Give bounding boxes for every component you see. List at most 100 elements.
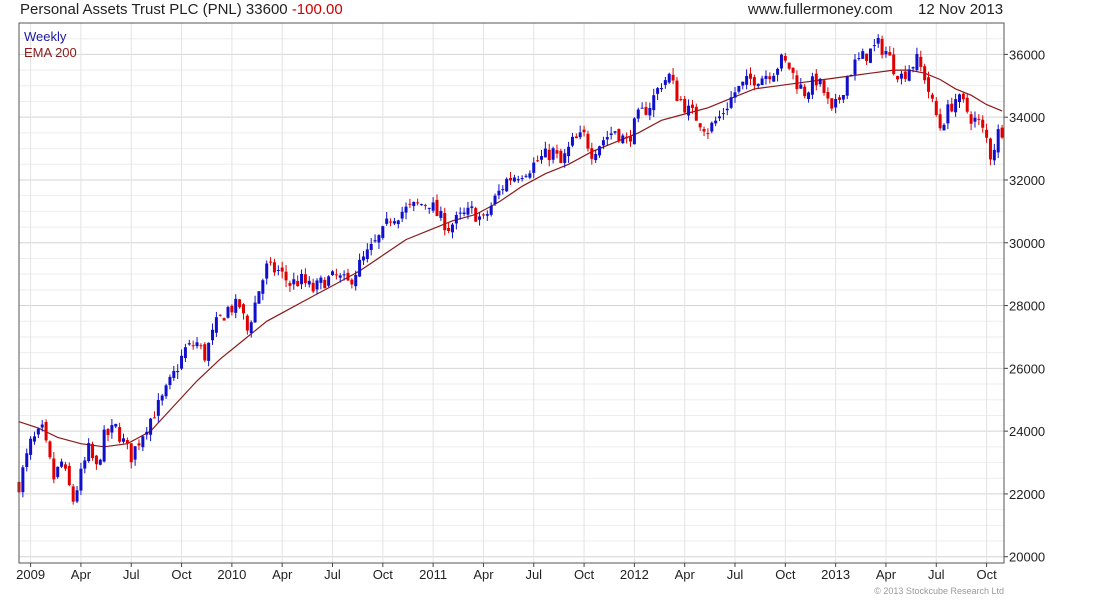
x-tick-label: 2009	[16, 567, 45, 582]
grid-lines	[19, 22, 1004, 563]
candle-body	[950, 103, 954, 112]
candle-body	[985, 129, 989, 138]
candle-body	[605, 137, 609, 140]
y-tick-label: 24000	[1009, 424, 1045, 439]
candle-body	[102, 429, 106, 462]
candle-body	[768, 76, 772, 80]
candle-body	[342, 274, 346, 276]
candle-body	[423, 205, 427, 207]
candle-body	[625, 136, 629, 139]
candle-body	[180, 355, 184, 369]
candle-body	[381, 226, 385, 238]
candle-body	[412, 201, 416, 207]
candle-body	[652, 95, 656, 111]
candle-body	[67, 466, 71, 486]
candle-body	[346, 272, 350, 281]
candle-body	[783, 55, 787, 61]
candle-body	[613, 131, 617, 133]
candle-body	[632, 118, 636, 145]
candle-body	[396, 220, 400, 225]
candle-body	[594, 154, 598, 161]
candle-body	[528, 173, 532, 178]
candle-body	[87, 443, 91, 462]
candle-body	[32, 436, 36, 442]
candle-body	[377, 235, 381, 243]
candle-body	[272, 262, 276, 273]
chart-legend: Weekly EMA 200	[24, 29, 77, 61]
candle-body	[133, 446, 137, 460]
candle-body	[156, 400, 160, 416]
candle-body	[667, 73, 671, 83]
candle-body	[207, 342, 211, 361]
candle-body	[683, 98, 687, 113]
y-axis: 20000 22000 24000 26000 28000 30000 32000 34000…	[1004, 47, 1045, 565]
candle-body	[756, 83, 760, 86]
candle-body	[48, 441, 52, 458]
candle-body	[203, 344, 207, 361]
candle-body	[439, 210, 443, 218]
candle-body	[845, 76, 849, 96]
candle-body	[110, 425, 114, 433]
candle-body	[601, 140, 605, 146]
candle-body	[946, 104, 950, 124]
candle-body	[714, 120, 718, 124]
candle-body	[559, 150, 563, 163]
candle-body	[795, 75, 799, 90]
candle-body	[884, 51, 888, 55]
candle-body	[292, 279, 296, 285]
candle-body	[872, 45, 876, 47]
x-tick-label: Jul	[123, 567, 140, 582]
candle-body	[853, 59, 857, 75]
candle-body	[218, 314, 222, 316]
candle-body	[772, 75, 776, 82]
candle-body	[145, 431, 149, 435]
candle-body	[79, 468, 83, 491]
candle-body	[172, 370, 176, 378]
candle-body	[644, 107, 648, 115]
candle-body	[315, 280, 319, 290]
candle-body	[834, 98, 838, 108]
candle-body	[106, 429, 110, 435]
candle-body	[60, 461, 64, 467]
candle-body	[582, 129, 586, 133]
x-tick-label: Apr	[71, 567, 92, 582]
candle-body	[195, 342, 199, 347]
candle-body	[555, 150, 559, 154]
candle-body	[764, 75, 768, 79]
candle-body	[296, 280, 300, 287]
y-tick-label: 20000	[1009, 550, 1045, 565]
candle-body	[992, 149, 996, 161]
candle-body	[857, 58, 861, 60]
candle-body	[899, 73, 903, 79]
candle-body	[183, 347, 187, 359]
candle-body	[807, 92, 811, 100]
candle-body	[21, 467, 25, 493]
candle-body	[230, 305, 234, 313]
y-tick-label: 28000	[1009, 299, 1045, 314]
x-tick-label: Jul	[525, 567, 542, 582]
candle-body	[40, 424, 44, 428]
candle-body	[354, 274, 358, 287]
price-chart: 20000 22000 24000 26000 28000 30000 32000 34000…	[16, 22, 1045, 582]
candle-body	[361, 256, 365, 261]
candle-body	[447, 227, 451, 232]
candle-body	[269, 261, 273, 263]
candle-body	[462, 212, 466, 214]
candle-body	[814, 73, 818, 86]
y-tick-label: 32000	[1009, 173, 1045, 188]
candle-body	[915, 53, 919, 71]
candle-body	[478, 216, 482, 220]
candle-body	[675, 80, 679, 102]
candle-body	[996, 129, 1000, 153]
candle-body	[733, 92, 737, 98]
candle-body	[907, 69, 911, 81]
candle-body	[710, 122, 714, 132]
candle-body	[841, 94, 845, 100]
candle-body	[748, 73, 752, 79]
candle-body	[94, 455, 98, 465]
candle-body	[327, 276, 331, 286]
candle-body	[330, 271, 334, 276]
x-tick-label: Oct	[574, 567, 595, 582]
x-tick-label: Apr	[876, 567, 897, 582]
candle-body	[63, 464, 67, 469]
